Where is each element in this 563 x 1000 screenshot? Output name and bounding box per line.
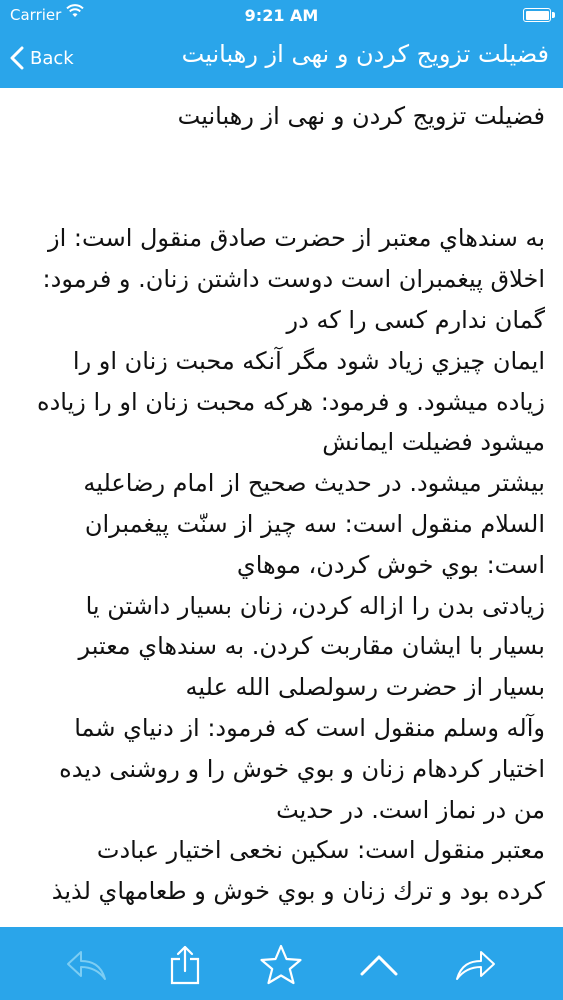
share-button[interactable] (161, 941, 209, 989)
text-line: به سندهاي معتبر از حضرت صادق منقول است: … (48, 224, 545, 253)
back-label: Back (30, 47, 74, 69)
text-line: اخلاق پیغمبران است دوست داشتن زنان. و فر… (42, 265, 545, 294)
article-body: فضیلت تزویج کردن و نهی از رهبانیت به سند… (18, 96, 545, 924)
favorite-button[interactable] (257, 941, 305, 989)
text-line: بسیار با ایشان مقاربت کردن. به سندهاي مع… (78, 632, 546, 661)
chevron-up-icon (360, 955, 398, 976)
clock: 9:21 AM (244, 6, 319, 25)
text-line: وآله وسلم منقول است که فرمود: از دنیاي ش… (74, 713, 545, 742)
text-line: بسیار از حضرت رسولصلی الله علیه (185, 673, 545, 702)
share-icon (170, 945, 200, 985)
scroll-top-button[interactable] (355, 941, 403, 989)
text-line (18, 137, 545, 178)
battery-icon (523, 8, 555, 22)
text-line: گمان ندارم کسی را که در (286, 305, 545, 334)
article-heading: فضیلت تزویج کردن و نهی از رهبانیت (177, 102, 545, 130)
status-bar: Carrier 9:21 AM (0, 0, 563, 30)
text-line: زیادتی بدن را ازاله کردن، زنان بسیار داش… (85, 591, 545, 620)
back-button[interactable]: Back (10, 42, 74, 74)
forward-icon (456, 951, 495, 980)
text-line: معتبر منقول است: سکین نخعی اختیار عبادت (96, 836, 545, 865)
text-line: اختیار کردهام زنان و بوي خوش را و روشنی … (59, 754, 545, 783)
text-line: من در نماز است. در حدیث (276, 795, 545, 824)
bottom-toolbar (0, 927, 563, 1000)
text-line: زیاده میشود. و فرمود: هرکه محبت زنان او … (37, 387, 545, 416)
text-line: است: بوي خوش کردن، موهاي (236, 550, 545, 579)
page-title: فضیلت تزویج کردن و نهی از رهبانیت (181, 40, 549, 68)
reply-icon (67, 951, 106, 980)
text-line (18, 178, 545, 219)
star-icon (260, 944, 302, 985)
navigation-header: Carrier 9:21 AM Back فضیلت تزویج کردن و … (0, 0, 563, 88)
reply-button[interactable] (63, 941, 111, 989)
text-line: میشود فضیلت ایمانش (322, 428, 545, 457)
text-line: ایمان چیزي زیاد شود مگر آنکه محبت زنان ا… (72, 346, 545, 375)
text-line: کرده بود و ترك زنان و بوي خوش و طعامهاي … (51, 877, 545, 906)
text-line: بیشتر میشود. در حدیث صحیح از امام رضاعلی… (83, 469, 545, 498)
chevron-left-icon (10, 46, 24, 70)
text-line: السلام منقول است: سه چیز از سنّت پیغمبرا… (84, 509, 545, 538)
forward-button[interactable] (451, 941, 499, 989)
